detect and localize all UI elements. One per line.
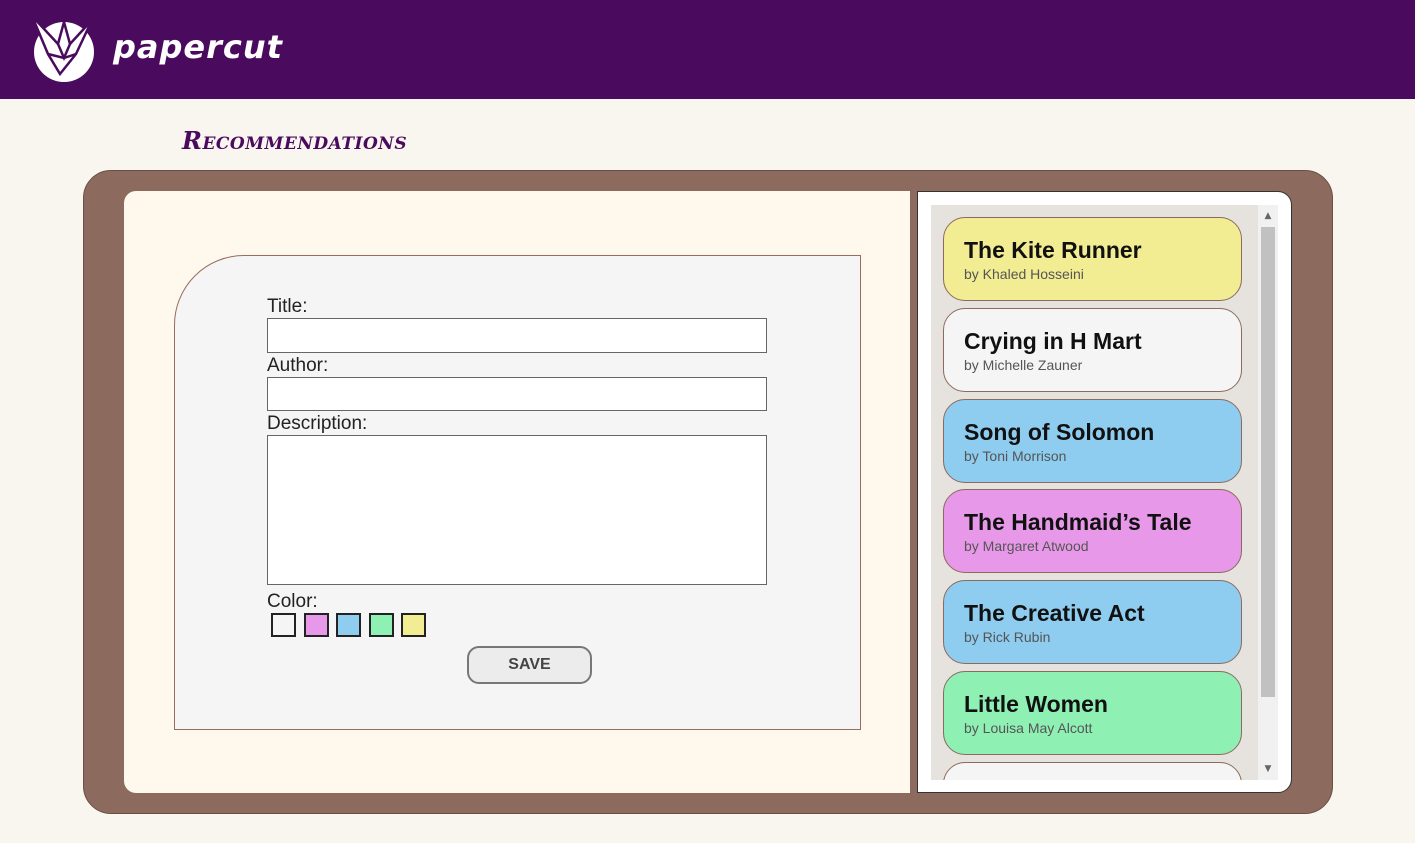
title-input[interactable] (267, 318, 767, 353)
brand-name[interactable]: papercut (113, 28, 283, 66)
description-label: Description: (267, 413, 368, 434)
save-button[interactable]: SAVE (467, 646, 592, 684)
book-author: by Khaled Hosseini (964, 266, 1084, 282)
book-card[interactable]: The Handmaid’s Tale by Margaret Atwood (943, 489, 1242, 573)
color-swatch-green[interactable] (369, 613, 394, 637)
author-input[interactable] (267, 377, 767, 411)
book-card[interactable]: Little Women by Louisa May Alcott (943, 671, 1242, 755)
page-title: Recommendations (182, 126, 408, 155)
book-card[interactable]: The Creative Act by Rick Rubin (943, 580, 1242, 664)
app-header: papercut (0, 0, 1415, 99)
book-card[interactable]: Crying in H Mart by Michelle Zauner (943, 308, 1242, 392)
paper-crane-icon[interactable] (30, 14, 96, 84)
description-textarea[interactable] (267, 435, 767, 585)
book-card[interactable] (943, 762, 1242, 780)
book-list-scrollbar[interactable]: ▲ ▼ (1258, 205, 1278, 780)
color-swatch-yellow[interactable] (401, 613, 426, 637)
book-author: by Toni Morrison (964, 448, 1067, 464)
scroll-down-icon[interactable]: ▼ (1258, 761, 1278, 777)
book-title: The Handmaid’s Tale (964, 509, 1192, 535)
color-label: Color: (267, 591, 318, 612)
book-title: The Kite Runner (964, 237, 1142, 263)
book-title: Crying in H Mart (964, 328, 1142, 354)
color-swatch-white[interactable] (271, 613, 296, 637)
book-title: The Creative Act (964, 600, 1145, 626)
book-title: Song of Solomon (964, 419, 1155, 445)
scroll-up-icon[interactable]: ▲ (1258, 208, 1278, 224)
book-author: by Rick Rubin (964, 629, 1051, 645)
book-list[interactable]: The Kite Runner by Khaled Hosseini Cryin… (931, 205, 1258, 780)
book-author: by Louisa May Alcott (964, 720, 1093, 736)
book-card[interactable]: The Kite Runner by Khaled Hosseini (943, 217, 1242, 301)
scrollbar-thumb[interactable] (1261, 227, 1275, 697)
book-author: by Michelle Zauner (964, 357, 1083, 373)
color-swatch-blue[interactable] (336, 613, 361, 637)
color-swatch-pink[interactable] (304, 613, 329, 637)
author-label: Author: (267, 355, 329, 376)
title-label: Title: (267, 296, 308, 317)
book-author: by Margaret Atwood (964, 538, 1089, 554)
book-card[interactable]: Song of Solomon by Toni Morrison (943, 399, 1242, 483)
book-title: Little Women (964, 691, 1108, 717)
